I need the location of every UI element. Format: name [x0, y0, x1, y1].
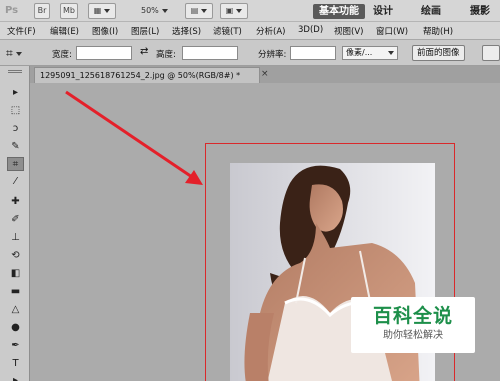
- arrow-shaft: [65, 90, 193, 179]
- watermark-badge: 百科全说 助你轻松解决: [351, 297, 475, 353]
- watermark-subtitle: 助你轻松解决: [383, 330, 443, 341]
- watermark-title: 百科全说: [372, 305, 453, 327]
- arrow-head: [185, 170, 203, 185]
